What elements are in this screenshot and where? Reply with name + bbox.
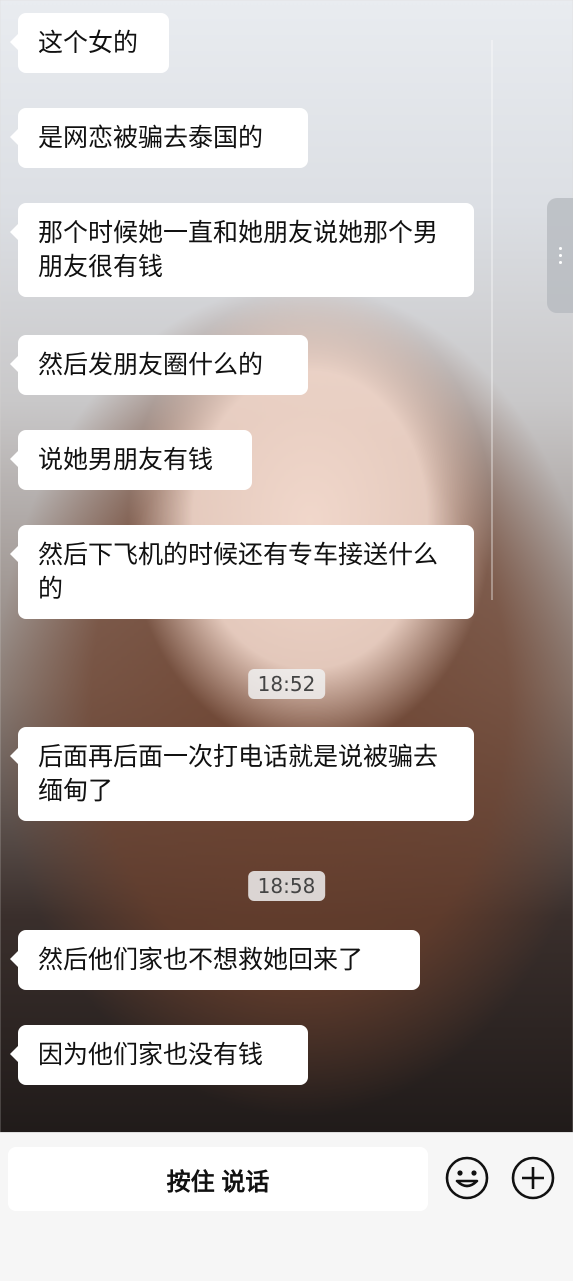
smiley-face-icon[interactable]	[444, 1155, 490, 1201]
plus-circle-icon[interactable]	[510, 1155, 556, 1201]
handle-dot	[558, 247, 562, 250]
message-bubble[interactable]: 这个女的	[10, 13, 169, 73]
handle-dot	[558, 261, 562, 264]
message-bubble[interactable]: 因为他们家也没有钱	[10, 1025, 308, 1085]
message-bubble[interactable]: 说她男朋友有钱	[10, 430, 252, 490]
message-bubble[interactable]: 那个时候她一直和她朋友说她那个男朋友很有钱	[10, 203, 474, 297]
background-window-frame	[491, 40, 493, 600]
hold-to-talk-button[interactable]: 按住 说话	[8, 1147, 428, 1211]
timestamp: 18:52	[247, 669, 326, 699]
chat-input-bar: 按住 说话	[0, 1132, 573, 1281]
handle-dot	[558, 254, 562, 257]
side-drag-handle[interactable]	[547, 198, 573, 313]
timestamp: 18:58	[247, 871, 326, 901]
message-bubble[interactable]: 然后下飞机的时候还有专车接送什么的	[10, 525, 474, 619]
message-bubble[interactable]: 是网恋被骗去泰国的	[10, 108, 308, 168]
message-bubble[interactable]: 然后发朋友圈什么的	[10, 335, 308, 395]
message-bubble[interactable]: 然后他们家也不想救她回来了	[10, 930, 420, 990]
message-bubble[interactable]: 后面再后面一次打电话就是说被骗去缅甸了	[10, 727, 474, 821]
